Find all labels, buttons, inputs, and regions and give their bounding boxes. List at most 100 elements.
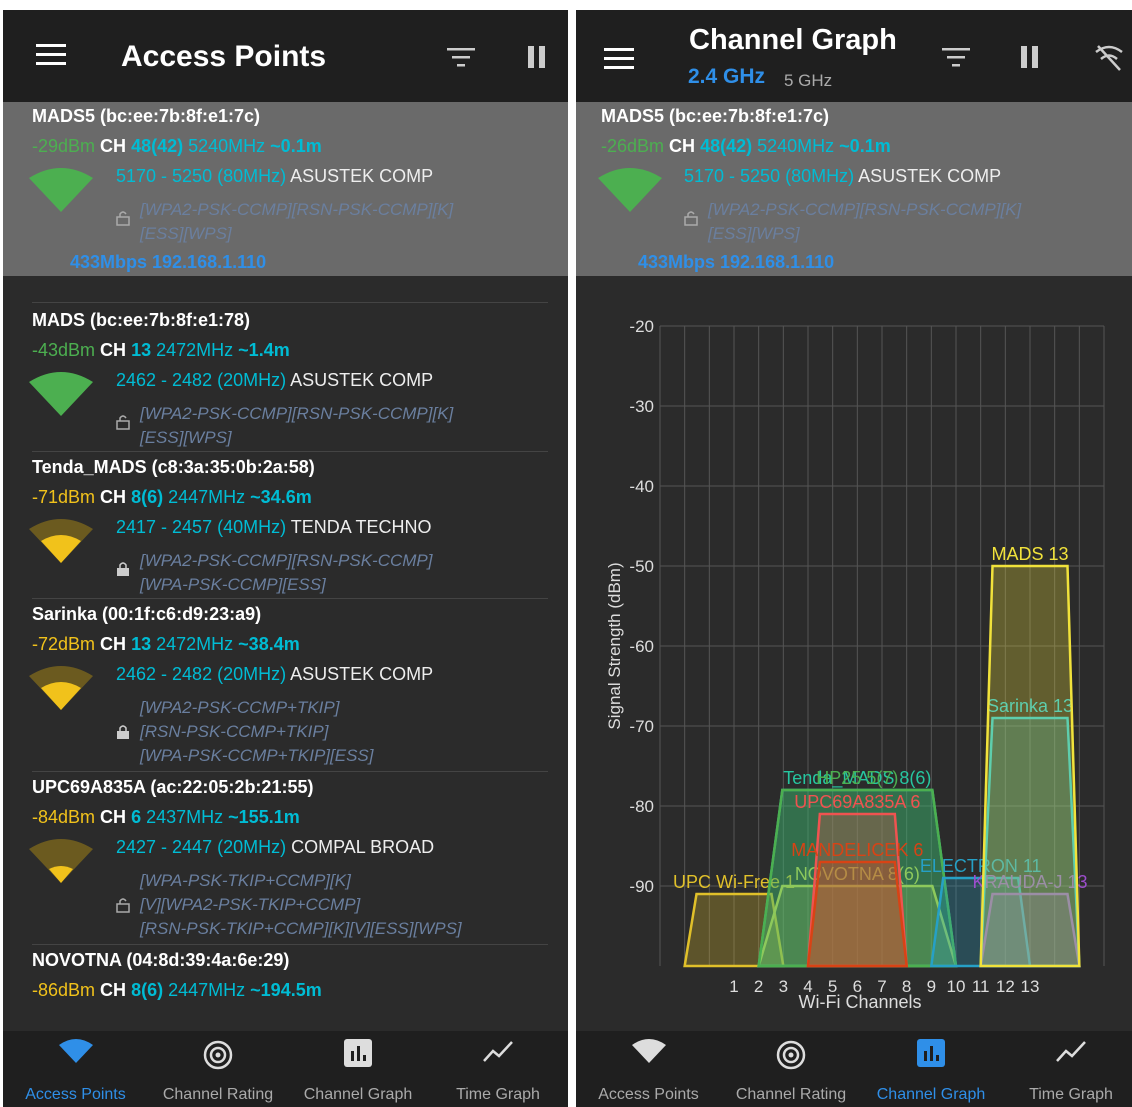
ap-capability: [WPA2-PSK-CCMP+TKIP] xyxy=(140,698,340,717)
ap-dbm: -71dBm xyxy=(32,487,96,507)
ap-signal-line: -43dBm CH 13 2472MHz ~1.4m xyxy=(32,340,290,361)
ap-capability: [WPA-PSK-TKIP+CCMP][K] xyxy=(140,871,351,890)
nav-label: Access Points xyxy=(598,1086,699,1103)
ap-dbm: -84dBm xyxy=(32,807,96,827)
nav-time-graph[interactable]: Time Graph xyxy=(428,1031,568,1107)
access-point-item[interactable]: NOVOTNA (04:8d:39:4a:6e:29) -86dBm CH 8(… xyxy=(3,946,568,1026)
ap-signal-line: -84dBm CH 6 2437MHz ~155.1m xyxy=(32,807,300,828)
ap-frequency: 2437MHz xyxy=(146,807,224,827)
x-tick-label: 1 xyxy=(729,977,738,996)
y-tick-label: -30 xyxy=(629,397,654,416)
radar-icon xyxy=(203,1040,233,1070)
ap-capabilities: [WPA2-PSK-CCMP][RSN-PSK-CCMP][K] [ESS][W… xyxy=(140,402,453,450)
ap-range-line: 5170 - 5250 (80MHz) ASUSTEK COMP xyxy=(684,166,1001,187)
channel-signal-label: HP25 5(7) xyxy=(816,768,898,788)
ap-frequency: 2472MHz xyxy=(156,634,234,654)
ap-name: MADS5 (bc:ee:7b:8f:e1:7c) xyxy=(601,106,830,126)
band-tab-2-4ghz[interactable]: 2.4 GHz xyxy=(688,65,765,89)
ap-range: 2462 - 2482 (20MHz) xyxy=(116,370,287,390)
ap-signal-line: -26dBm CH 48(42) 5240MHz ~0.1m xyxy=(601,136,891,157)
filter-icon[interactable] xyxy=(447,48,475,68)
y-tick-label: -90 xyxy=(629,877,654,896)
selected-access-point[interactable]: MADS5 (bc:ee:7b:8f:e1:7c) -26dBm CH 48(4… xyxy=(576,102,1132,276)
nav-time-graph[interactable]: Time Graph xyxy=(1001,1031,1132,1107)
channel-signal-label: UPC69A835A 6 xyxy=(794,792,920,812)
access-point-item[interactable]: Sarinka (00:1f:c6:d9:23:a9) -72dBm CH 13… xyxy=(3,600,568,770)
ap-dbm: -86dBm xyxy=(32,980,96,1000)
y-tick-label: -20 xyxy=(629,317,654,336)
radar-icon xyxy=(776,1040,806,1070)
nav-channel-rating[interactable]: Channel Rating xyxy=(721,1031,861,1107)
pause-icon[interactable] xyxy=(1020,46,1040,68)
ap-vendor: TENDA TECHNO xyxy=(290,517,432,537)
ap-distance: ~155.1m xyxy=(228,807,300,827)
x-tick-label: 2 xyxy=(754,977,763,996)
ap-range: 2417 - 2457 (40MHz) xyxy=(116,517,287,537)
wifi-signal-icon xyxy=(598,168,662,212)
ap-distance: ~0.1m xyxy=(839,136,891,156)
ap-ch-label: CH xyxy=(100,634,127,654)
channel-signal-shape xyxy=(979,564,1081,968)
ap-range: 5170 - 5250 (80MHz) xyxy=(116,166,287,186)
ap-capability: [WPA-PSK-CCMP][ESS] xyxy=(140,575,326,594)
wifi-signal-icon xyxy=(29,666,93,710)
ap-capability: [ESS][WPS] xyxy=(140,224,232,243)
ap-ch-label: CH xyxy=(100,807,127,827)
wifi-signal-icon xyxy=(29,839,93,883)
band-tab-5ghz[interactable]: 5 GHz xyxy=(784,71,832,91)
channel-signal-shape xyxy=(806,860,909,968)
ap-vendor: ASUSTEK COMP xyxy=(858,166,1002,186)
nav-label: Channel Rating xyxy=(162,1086,274,1103)
ap-range-line: 2427 - 2447 (20MHz) COMPAL BROAD xyxy=(116,837,434,858)
ap-ch-label: CH xyxy=(100,980,127,1000)
ap-capability: [WPA-PSK-CCMP+TKIP][ESS] xyxy=(140,746,374,765)
ap-capability: [ESS][WPS] xyxy=(708,224,800,243)
wifi-scan-off-icon[interactable] xyxy=(1094,44,1124,72)
access-point-item[interactable]: MADS5 (bc:ee:7b:8f:e1:7c) -29dBm CH 48(4… xyxy=(3,102,568,276)
ap-range: 2462 - 2482 (20MHz) xyxy=(116,664,287,684)
ap-distance: ~34.6m xyxy=(250,487,312,507)
x-tick-label: 10 xyxy=(947,977,966,996)
access-point-item[interactable]: MADS (bc:ee:7b:8f:e1:78) -43dBm CH 13 24… xyxy=(3,306,568,448)
menu-icon[interactable] xyxy=(604,48,634,70)
x-tick-label: 11 xyxy=(972,977,990,996)
ap-frequency: 5240MHz xyxy=(188,136,266,156)
line-graph-icon xyxy=(483,1041,513,1062)
ap-range-line: 2462 - 2482 (20MHz) ASUSTEK COMP xyxy=(116,370,433,391)
ap-range-line: 2417 - 2457 (40MHz) TENDA TECHNO xyxy=(116,517,431,538)
access-point-item[interactable]: Tenda_MADS (c8:3a:35:0b:2a:58) -71dBm CH… xyxy=(3,453,568,598)
nav-channel-rating[interactable]: Channel Rating xyxy=(148,1031,288,1107)
access-point-item[interactable]: UPC69A835A (ac:22:05:2b:21:55) -84dBm CH… xyxy=(3,773,568,943)
ap-ch-label: CH xyxy=(669,136,696,156)
app-bar: Access Points xyxy=(3,10,568,102)
divider xyxy=(32,451,548,452)
lock-icon xyxy=(117,562,129,576)
ap-frequency: 2447MHz xyxy=(168,487,246,507)
nav-label: Channel Graph xyxy=(876,1086,986,1103)
x-tick-label: 12 xyxy=(996,977,1015,996)
nav-channel-graph[interactable]: Channel Graph xyxy=(288,1031,428,1107)
x-tick-label: 3 xyxy=(779,977,788,996)
ap-name: Sarinka (00:1f:c6:d9:23:a9) xyxy=(32,604,262,624)
ap-capability: [WPA2-PSK-CCMP][RSN-PSK-CCMP] xyxy=(140,551,433,570)
ap-name: UPC69A835A (ac:22:05:2b:21:55) xyxy=(32,777,314,797)
lock-open-icon xyxy=(684,211,698,226)
ap-range-line: 2462 - 2482 (20MHz) ASUSTEK COMP xyxy=(116,664,433,685)
wifi-icon xyxy=(58,1039,93,1063)
nav-label: Channel Rating xyxy=(735,1086,847,1103)
menu-icon[interactable] xyxy=(36,44,66,66)
channel-signal-label: MANDELICEK 6 xyxy=(791,840,923,860)
pause-icon[interactable] xyxy=(527,46,547,68)
ap-capabilities: [WPA2-PSK-CCMP][RSN-PSK-CCMP] [WPA-PSK-C… xyxy=(140,549,433,597)
ap-signal-line: -29dBm CH 48(42) 5240MHz ~0.1m xyxy=(32,136,322,157)
ap-name: MADS5 (bc:ee:7b:8f:e1:7c) xyxy=(32,106,261,126)
y-tick-label: -60 xyxy=(629,637,654,656)
filter-icon[interactable] xyxy=(942,48,970,68)
ap-vendor: ASUSTEK COMP xyxy=(290,370,434,390)
nav-channel-graph[interactable]: Channel Graph xyxy=(861,1031,1001,1107)
nav-access-points[interactable]: Access Points xyxy=(576,1031,721,1107)
ap-channel: 13 xyxy=(131,634,152,654)
ap-range: 5170 - 5250 (80MHz) xyxy=(684,166,855,186)
ap-capability: [WPA2-PSK-CCMP][RSN-PSK-CCMP][K] xyxy=(140,200,454,219)
nav-access-points[interactable]: Access Points xyxy=(3,1031,148,1107)
